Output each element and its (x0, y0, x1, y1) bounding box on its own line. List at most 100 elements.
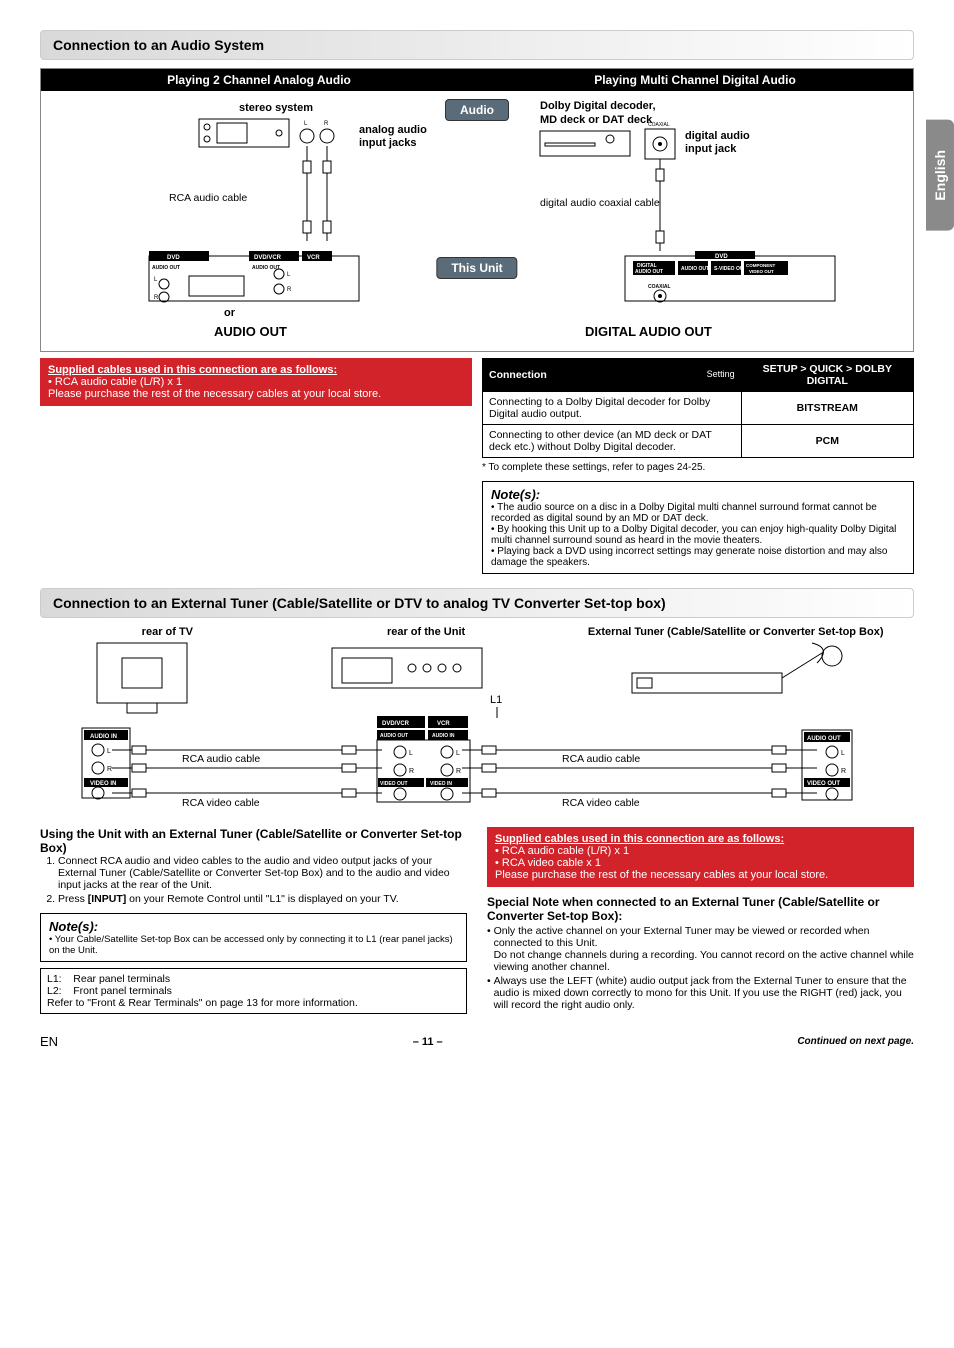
svg-text:R: R (841, 768, 846, 775)
note1b: By hooking this Unit up to a Dolby Digit… (491, 524, 905, 546)
notes-title-2: Note(s): (49, 919, 458, 934)
red2-l2: • RCA video cable x 1 (495, 857, 906, 869)
lterm-l1: L1: Rear panel terminals (47, 973, 460, 985)
terminals-box: L1: Rear panel terminals L2: Front panel… (40, 968, 467, 1014)
th-connection: Connection (489, 369, 547, 381)
svg-text:AUDIO OUT: AUDIO OUT (152, 265, 180, 271)
svg-text:VCR: VCR (307, 255, 320, 261)
svg-text:AUDIO OUT: AUDIO OUT (807, 736, 841, 742)
special-note-title: Special Note when connected to an Extern… (487, 895, 914, 923)
svg-text:RCA video cable: RCA video cable (182, 797, 260, 809)
supplied-cables-box-1: Supplied cables used in this connection … (40, 358, 472, 406)
svg-text:R: R (107, 766, 112, 773)
note1a: The audio source on a disc in a Dolby Di… (491, 502, 905, 524)
svg-text:VIDEO OUT: VIDEO OUT (380, 781, 408, 787)
svg-text:VCR: VCR (437, 721, 450, 727)
analog-audio-diagram: stereo system L R analog audio input jac… (41, 91, 477, 351)
svg-text:R: R (456, 768, 461, 775)
svg-text:L: L (456, 750, 460, 757)
svg-text:input jack: input jack (685, 143, 737, 155)
ext-tuner-label: External Tuner (Cable/Satellite or Conve… (557, 626, 914, 638)
svg-text:RCA audio cable: RCA audio cable (562, 753, 640, 765)
continued-next: Continued on next page. (797, 1036, 914, 1047)
svg-text:digital audio coaxial cable: digital audio coaxial cable (540, 197, 660, 209)
this-unit-badge: This Unit (436, 257, 517, 279)
svg-text:input jacks: input jacks (359, 137, 416, 149)
svg-text:L: L (107, 748, 111, 755)
spec-b1a: Only the active channel on your External… (494, 925, 870, 949)
svg-text:L: L (287, 272, 291, 278)
red1-l1: • RCA audio cable (L/R) x 1 (48, 376, 464, 388)
settings-table: Connection Setting SETUP > QUICK > DOLBY… (482, 358, 914, 458)
lterm-l2: L2: Front panel terminals (47, 985, 460, 997)
red2-l1: • RCA audio cable (L/R) x 1 (495, 845, 906, 857)
svg-text:DVD/VCR: DVD/VCR (382, 721, 410, 727)
svg-text:analog audio: analog audio (359, 124, 427, 136)
svg-text:VIDEO IN: VIDEO IN (430, 781, 452, 787)
svg-text:AUDIO IN: AUDIO IN (90, 734, 117, 740)
tuner-connection-diagram: AUDIO IN L R VIDEO IN DVD/VCR VCR AUDIO … (40, 638, 914, 818)
r2c2: PCM (741, 425, 913, 458)
svg-text:VIDEO IN: VIDEO IN (90, 781, 116, 787)
svg-text:L: L (154, 277, 158, 283)
svg-text:RCA audio cable: RCA audio cable (169, 192, 247, 204)
svg-text:stereo system: stereo system (239, 102, 313, 114)
step2: Press [INPUT] on your Remote Control unt… (58, 893, 467, 905)
svg-text:DVD: DVD (715, 254, 728, 260)
svg-text:R: R (409, 768, 414, 775)
rear-tv-label: rear of TV (40, 626, 295, 638)
svg-text:MD deck or DAT deck: MD deck or DAT deck (540, 114, 653, 126)
svg-text:AUDIO IN: AUDIO IN (432, 733, 455, 739)
svg-text:L: L (304, 121, 308, 127)
notes-title-1: Note(s): (491, 487, 905, 502)
note2a: Your Cable/Satellite Set-top Box can be … (49, 934, 453, 956)
svg-text:L: L (841, 750, 845, 757)
step1: Connect RCA audio and video cables to th… (58, 855, 467, 891)
note1c: Playing back a DVD using incorrect setti… (491, 546, 905, 568)
th-setting: SETUP > QUICK > DOLBY DIGITAL (741, 359, 913, 392)
red-header-1: Supplied cables used in this connection … (48, 364, 464, 376)
audio-badge: Audio (445, 99, 509, 121)
svg-text:Dolby Digital decoder,: Dolby Digital decoder, (540, 100, 656, 112)
svg-text:R: R (324, 121, 329, 127)
red1-l2: Please purchase the rest of the necessar… (48, 388, 464, 400)
svg-text:or: or (224, 307, 236, 319)
lterm-ref: Refer to "Front & Rear Terminals" on pag… (47, 997, 460, 1009)
svg-text:AUDIO OUT: AUDIO OUT (681, 266, 709, 272)
spec-b2: Always use the LEFT (white) audio output… (494, 975, 914, 1011)
svg-text:S-VIDEO OUT: S-VIDEO OUT (714, 266, 747, 272)
svg-text:AUDIO OUT: AUDIO OUT (214, 324, 287, 339)
svg-text:R: R (154, 295, 159, 301)
spec-b1b: Do not change channels during a recordin… (494, 949, 914, 973)
r2c1: Connecting to other device (an MD deck o… (483, 425, 742, 458)
r1c2: BITSTREAM (741, 392, 913, 425)
language-tab: English (926, 120, 954, 231)
svg-text:VIDEO OUT: VIDEO OUT (807, 781, 840, 787)
svg-text:RCA video cable: RCA video cable (562, 797, 640, 809)
section2-header: Connection to an External Tuner (Cable/S… (40, 588, 914, 618)
notes-box-2: Note(s): • Your Cable/Satellite Set-top … (40, 913, 467, 962)
svg-text:RCA audio cable: RCA audio cable (182, 753, 260, 765)
notes-box-1: Note(s): The audio source on a disc in a… (482, 481, 914, 574)
svg-text:DVD/VCR: DVD/VCR (254, 255, 282, 261)
right-col-title: Playing Multi Channel Digital Audio (477, 69, 913, 91)
svg-text:L1: L1 (490, 694, 502, 706)
th-setting-pre: Setting (707, 369, 735, 379)
svg-text:L: L (409, 750, 413, 757)
svg-text:AUDIO OUT: AUDIO OUT (380, 733, 408, 739)
svg-text:VIDEO OUT: VIDEO OUT (749, 269, 774, 274)
svg-text:R: R (287, 287, 292, 293)
svg-text:COAXIAL: COAXIAL (648, 284, 671, 290)
footer-en: EN (40, 1034, 58, 1049)
left-col-title: Playing 2 Channel Analog Audio (41, 69, 477, 91)
settings-footnote: * To complete these settings, refer to p… (482, 462, 914, 473)
digital-audio-diagram: Dolby Digital decoder, MD deck or DAT de… (477, 91, 913, 351)
svg-text:COAXIAL: COAXIAL (648, 122, 670, 128)
red-header-2: Supplied cables used in this connection … (495, 833, 906, 845)
svg-text:digital audio: digital audio (685, 130, 750, 142)
svg-text:DIGITAL AUDIO OUT: DIGITAL AUDIO OUT (585, 324, 712, 339)
page-number: – 11 – (413, 1036, 443, 1048)
svg-text:DVD: DVD (167, 255, 180, 261)
red2-l3: Please purchase the rest of the necessar… (495, 869, 906, 881)
rear-unit-label: rear of the Unit (299, 626, 554, 638)
